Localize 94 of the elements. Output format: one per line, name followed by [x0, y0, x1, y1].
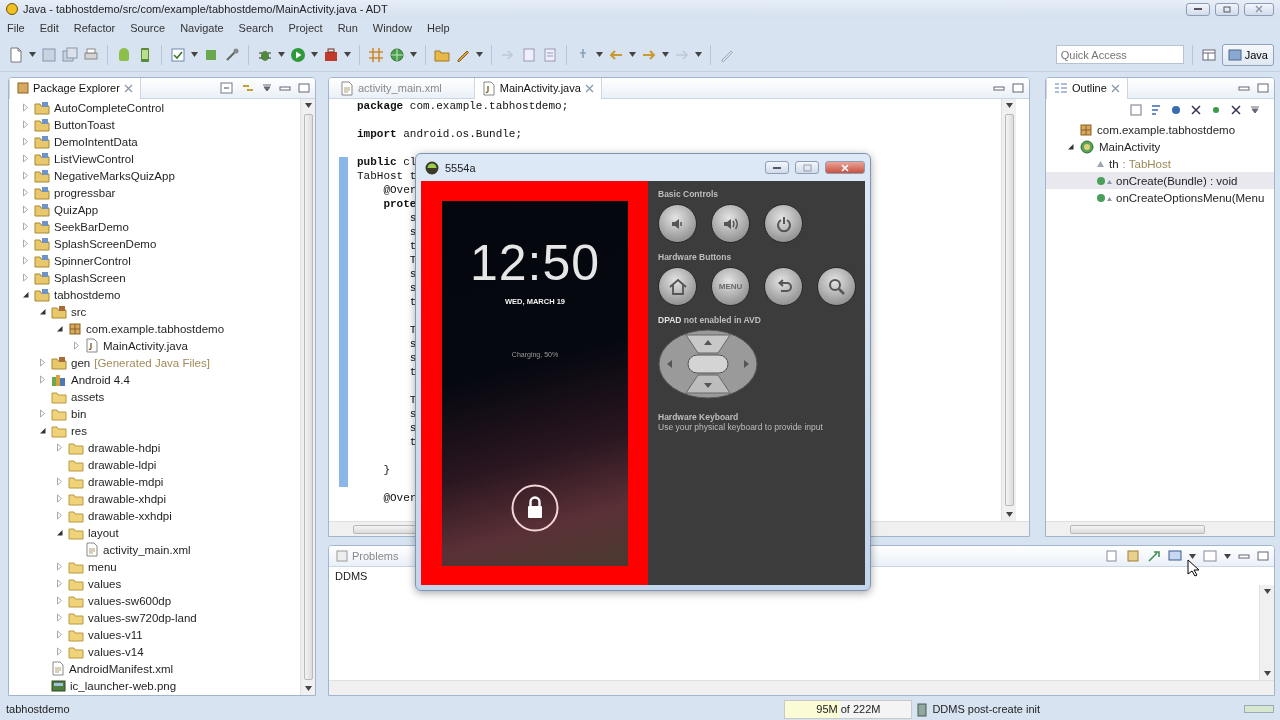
tree-item[interactable]: src	[71, 305, 87, 318]
view-tab[interactable]: Outline	[1046, 78, 1128, 99]
clock-text: 12:50	[469, 235, 601, 291]
tree-item[interactable]: drawable-ldpi	[88, 458, 157, 471]
tree-item[interactable]: values	[88, 577, 122, 590]
code-line: t	[408, 365, 417, 379]
tree-row[interactable]: com.example.tabhostdemo	[1046, 121, 1274, 138]
hint-text: Use your physical keyboard to provide input	[658, 422, 823, 432]
tree-item[interactable]: MainActivity.java	[103, 339, 188, 352]
tree-item[interactable]: th	[1109, 157, 1119, 170]
tree-item[interactable]: SplashScreen	[54, 271, 126, 284]
tree-item[interactable]: bin	[71, 407, 87, 420]
tree-item[interactable]: drawable-xhdpi	[88, 492, 166, 505]
code-line: prote	[382, 197, 417, 211]
tree-item[interactable]: values-sw600dp	[88, 594, 172, 607]
menu-item[interactable]: Navigate	[180, 22, 224, 34]
menu-item[interactable]: Edit	[39, 22, 59, 34]
tree-item[interactable]: values-v11	[88, 628, 143, 641]
status-text: tabhostdemo	[6, 703, 70, 715]
menu-item[interactable]: Search	[238, 22, 274, 34]
tree-item[interactable]: drawable-mdpi	[88, 475, 164, 488]
tree-item[interactable]: com.example.tabhostdemo	[86, 322, 225, 335]
tree-item[interactable]: onCreateOptionsMenu(Menu	[1116, 191, 1265, 204]
code-line: package com.example.tabhostdemo;	[357, 99, 569, 113]
tree-item[interactable]: drawable-hdpi	[88, 441, 161, 454]
tree-row[interactable]: MainActivity	[1046, 138, 1274, 155]
code-line: s	[408, 421, 417, 435]
code-line: s	[408, 337, 417, 351]
menu-item[interactable]: Run	[337, 22, 358, 34]
section-title: DPAD not enabled in AVD	[658, 315, 761, 325]
tree-item[interactable]: activity_main.xml	[103, 543, 191, 556]
menu-item[interactable]: Project	[288, 22, 323, 34]
heap-text: 95M of 222M	[816, 703, 881, 715]
type-text: : TabHost	[1122, 157, 1171, 170]
tree-item[interactable]: menu	[88, 560, 117, 573]
code-line: s	[408, 211, 417, 225]
code-line: s	[408, 281, 417, 295]
editor-tab[interactable]: MainActivity.java	[473, 78, 602, 99]
code-line: TabHost t	[357, 169, 417, 183]
code-line: s	[408, 225, 417, 239]
tree-item[interactable]: SpinnerControl	[54, 254, 131, 267]
section-title: Basic Controls	[658, 189, 718, 199]
code-line: import android.os.Bundle;	[357, 127, 523, 141]
status-message: DDMS post-create init	[932, 703, 1040, 715]
tree-item[interactable]: com.example.tabhostdemo	[1097, 123, 1236, 136]
menu-item[interactable]: File	[7, 22, 25, 34]
code-line: public cl	[357, 155, 417, 169]
console-name: DDMS	[335, 570, 368, 582]
code-line: s	[408, 407, 417, 421]
tree-item[interactable]: layout	[88, 526, 119, 539]
menu-item[interactable]: Help	[427, 22, 450, 34]
code-line: s	[408, 351, 417, 365]
tree-item[interactable]: onCreate(Bundle) : void	[1116, 174, 1238, 187]
code-line: t	[408, 239, 417, 253]
tree-row[interactable]: onCreateOptionsMenu(Menu	[1046, 189, 1274, 206]
code-line: t	[408, 435, 417, 449]
tree-item[interactable]: gen	[71, 356, 91, 369]
section-title: Hardware Buttons	[658, 252, 732, 262]
tree-item[interactable]: Android 4.4	[71, 373, 130, 386]
tree-item[interactable]: tabhostdemo	[54, 288, 121, 301]
menu-item[interactable]: Source	[130, 22, 166, 34]
tree-item[interactable]: MainActivity	[1099, 140, 1161, 153]
section-title: Hardware Keyboard	[658, 412, 739, 422]
tree-item[interactable]: QuizApp	[54, 203, 99, 216]
tree-item[interactable]: values-v14	[88, 645, 144, 658]
tree-row[interactable]: th : TabHost	[1046, 155, 1274, 172]
code-line: @Over	[382, 183, 417, 197]
tree-item[interactable]: res	[71, 424, 87, 437]
code-line: @Over	[382, 491, 417, 505]
tree-item[interactable]: DemoIntentData	[54, 135, 138, 148]
window-title: 5554a	[445, 161, 476, 174]
tree-item[interactable]: ButtonToast	[54, 118, 115, 131]
code-line: t	[408, 295, 417, 309]
menu-item[interactable]: Window	[372, 22, 412, 34]
tree-item[interactable]: AutoCompleteControl	[54, 101, 164, 114]
view-tab[interactable]: Package Explorer	[9, 78, 141, 99]
tree-item[interactable]: assets	[71, 390, 105, 403]
tree-item[interactable]: ic_launcher-web.png	[70, 679, 177, 692]
tree-item[interactable]: values-sw720dp-land	[88, 611, 197, 624]
code-line: s	[408, 267, 417, 281]
tree-item[interactable]: NegativeMarksQuizApp	[54, 169, 175, 182]
tree-item[interactable]: AndroidManifest.xml	[69, 662, 174, 675]
tree-item[interactable]: SeekBarDemo	[54, 220, 129, 233]
tree-item[interactable]: progressbar	[54, 186, 116, 199]
decoration-text: [Generated Java Files]	[94, 356, 210, 369]
quick-access-field[interactable]: Quick Access	[1055, 45, 1184, 64]
tree-item[interactable]: ListViewControl	[54, 152, 134, 165]
menu-item[interactable]: Refactor	[73, 22, 116, 34]
window-title: Java - tabhostdemo/src/com/example/tabhostdemo/MainActivity.java - ADT	[23, 3, 388, 15]
tree-row[interactable]: onCreate(Bundle) : void	[1046, 172, 1274, 189]
tree-item[interactable]: SplashScreenDemo	[54, 237, 157, 250]
perspective-button[interactable]: Java	[1221, 43, 1274, 66]
tree-item[interactable]: drawable-xxhdpi	[88, 509, 172, 522]
code-line: }	[382, 463, 390, 477]
